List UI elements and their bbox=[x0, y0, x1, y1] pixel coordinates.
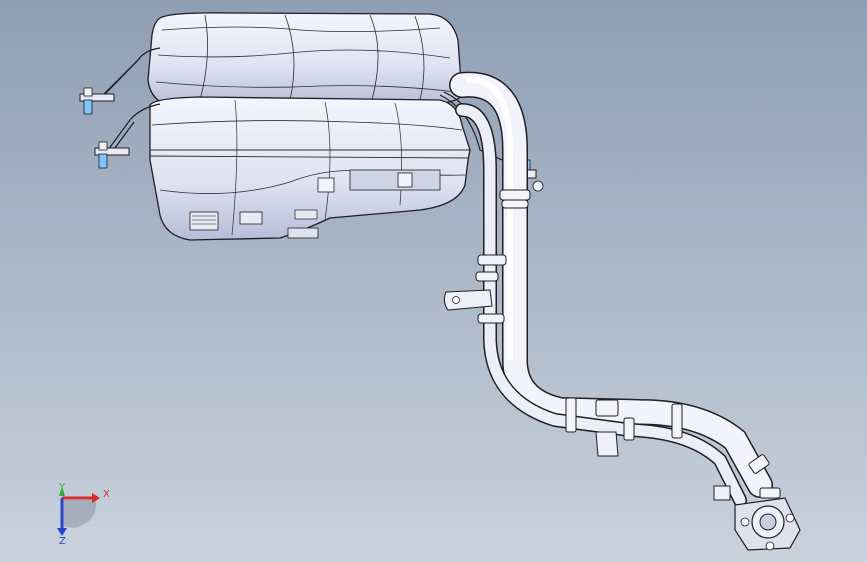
bolt[interactable] bbox=[79, 87, 115, 115]
graphics-viewport[interactable]: X Y Z bbox=[0, 0, 867, 562]
z-axis-label: Z bbox=[59, 536, 66, 547]
fuel-tank-assembly-model[interactable] bbox=[0, 0, 867, 562]
coordinate-triad: X Y Z bbox=[57, 482, 110, 547]
y-axis-label: Y bbox=[58, 482, 66, 493]
bolt[interactable] bbox=[94, 141, 130, 169]
fuel-tank-lower[interactable] bbox=[149, 96, 471, 241]
x-axis-label: X bbox=[103, 489, 110, 500]
triad-shadow bbox=[62, 500, 97, 528]
fuel-tank-upper[interactable] bbox=[147, 12, 463, 105]
pipe-bracket[interactable] bbox=[443, 289, 493, 311]
pipe-bracket[interactable] bbox=[595, 431, 619, 457]
